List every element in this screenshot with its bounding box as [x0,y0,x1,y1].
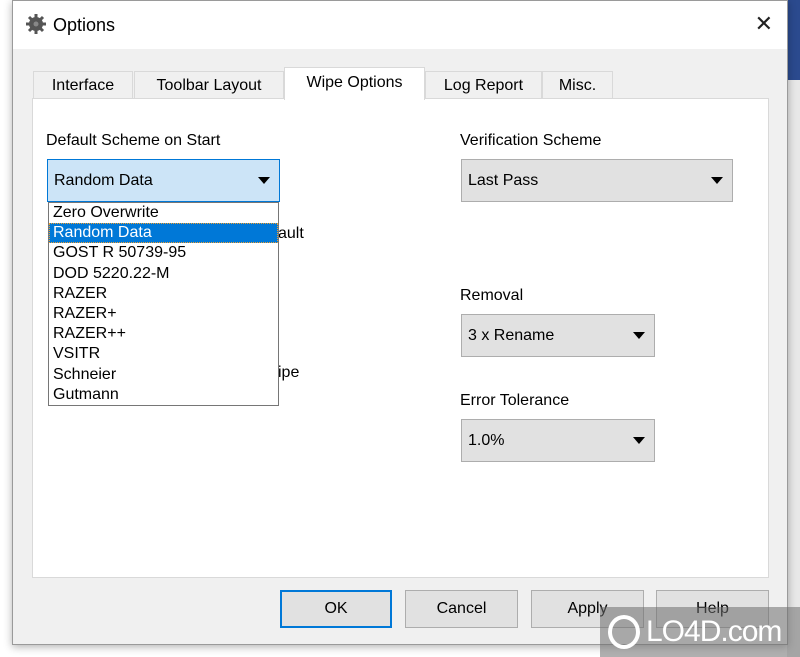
removal-label: Removal [460,287,524,304]
verification-scheme-dropdown[interactable]: Last Pass [461,159,733,202]
list-item[interactable]: RAZER [49,284,278,304]
list-item[interactable]: Random Data [49,223,278,244]
tab-wipe-options[interactable]: Wipe Options [284,67,425,100]
gear-icon [26,14,46,34]
chevron-down-icon [633,332,645,339]
options-dialog: Options ✕ Interface Toolbar Layout Wipe … [12,0,788,645]
tab-interface[interactable]: Interface [33,71,133,99]
removal-dropdown[interactable]: 3 x Rename [461,314,655,357]
list-item[interactable]: Zero Overwrite [49,203,278,223]
error-tolerance-dropdown[interactable]: 1.0% [461,419,655,462]
tab-toolbar-layout[interactable]: Toolbar Layout [134,71,284,99]
list-item[interactable]: GOST R 50739-95 [49,243,278,263]
tab-misc[interactable]: Misc. [542,71,613,99]
background-window [787,0,800,80]
chevron-down-icon [633,437,645,444]
hidden-option-label: ault [278,225,304,242]
list-item[interactable]: Schneier [49,365,278,385]
removal-value: 3 x Rename [468,327,555,344]
list-item[interactable]: VSITR [49,344,278,364]
window-title: Options [53,15,116,35]
list-item[interactable]: DOD 5220.22-M [49,264,278,284]
chevron-down-icon [258,177,270,184]
logo-icon [608,615,640,649]
error-tolerance-value: 1.0% [468,432,505,449]
chevron-down-icon [711,177,723,184]
cancel-button[interactable]: Cancel [405,590,518,628]
hidden-option-label: ipe [278,364,300,381]
background-window [787,80,800,657]
ok-button[interactable]: OK [280,590,392,628]
list-item[interactable]: Gutmann [49,385,278,405]
default-scheme-label: Default Scheme on Start [46,132,221,149]
error-tolerance-label: Error Tolerance [460,392,570,409]
list-item[interactable]: RAZER++ [49,324,278,344]
default-scheme-list: Zero Overwrite Random Data GOST R 50739-… [48,202,279,406]
list-item[interactable]: RAZER+ [49,304,278,324]
watermark-text: LO4D.com [646,615,782,648]
default-scheme-value: Random Data [54,172,153,189]
title-bar: Options ✕ [13,1,787,49]
verification-scheme-value: Last Pass [468,172,539,189]
default-scheme-dropdown[interactable]: Random Data [47,159,280,202]
tab-log-report[interactable]: Log Report [425,71,542,99]
close-icon[interactable]: ✕ [755,11,773,37]
watermark-logo: LO4D.com [600,607,800,657]
verification-scheme-label: Verification Scheme [460,132,602,149]
